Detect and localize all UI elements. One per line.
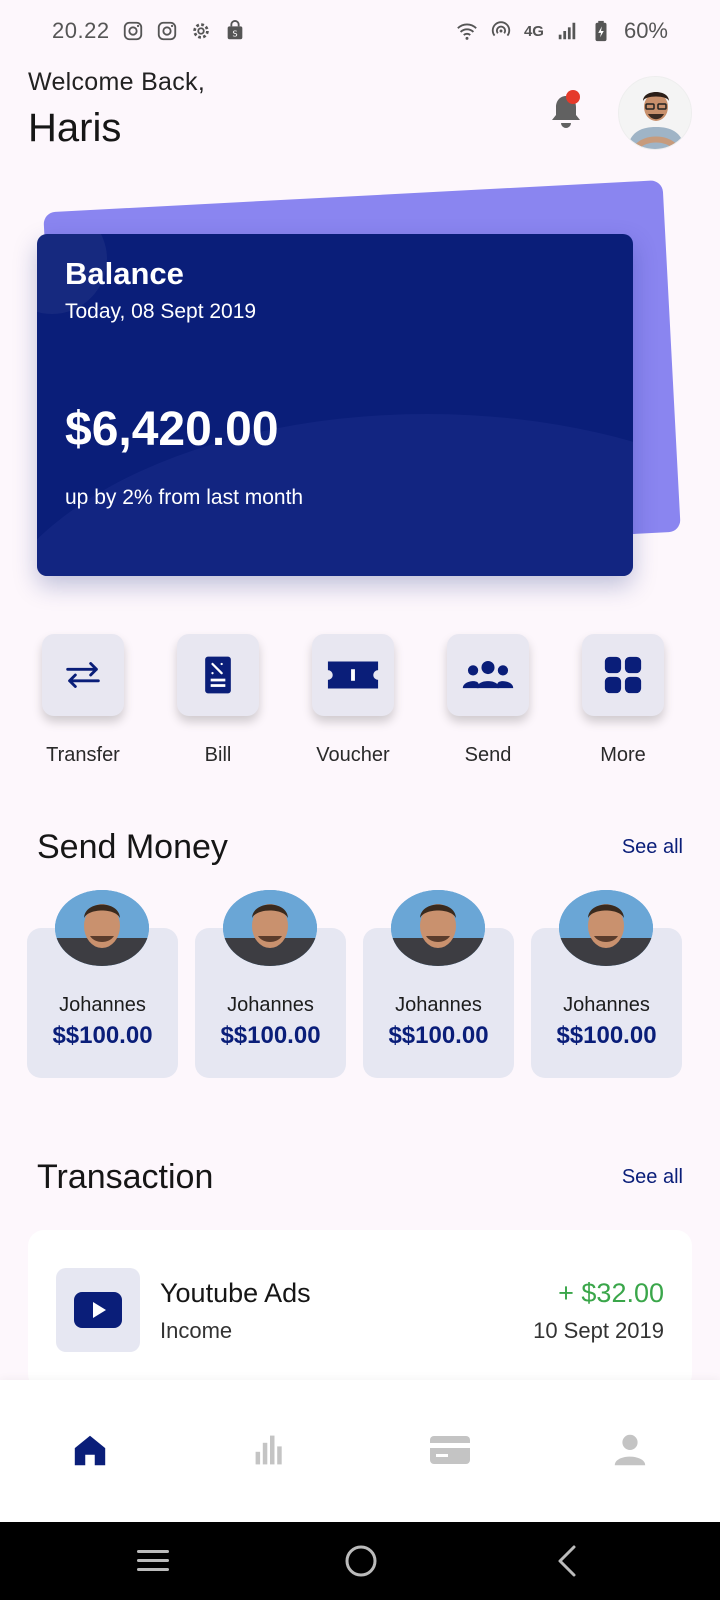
back-icon[interactable] (542, 1536, 592, 1586)
action-label: More (600, 744, 646, 766)
contact-amount: $$100.00 (388, 1022, 489, 1049)
header: Welcome Back, Haris (28, 68, 692, 160)
contact-card[interactable]: Johannes $$100.00 (363, 890, 514, 1078)
action-label: Transfer (46, 744, 120, 766)
transaction-title: Transaction (37, 1158, 214, 1196)
instagram-icon (156, 20, 178, 42)
contact-card[interactable]: Johannes $$100.00 (531, 890, 682, 1078)
contact-name: Johannes (395, 994, 482, 1016)
settings-gear-icon (190, 20, 212, 42)
avatar[interactable] (618, 76, 692, 150)
action-label: Voucher (316, 744, 390, 766)
action-icon-box[interactable] (447, 634, 529, 716)
contact-card[interactable]: Johannes $$100.00 (27, 890, 178, 1078)
contact-avatar (55, 890, 149, 966)
status-time: 20.22 (52, 18, 110, 43)
wifi-icon (456, 20, 478, 42)
grid-more-icon (604, 656, 642, 694)
transaction-amount: + $32.00 (558, 1278, 664, 1308)
user-name: Haris (28, 106, 122, 150)
transaction-see-all-link[interactable]: See all (622, 1166, 683, 1189)
transfer-arrows-icon (66, 662, 100, 688)
shopping-bag-icon: S (224, 20, 246, 42)
send-button[interactable]: Send (433, 634, 543, 767)
card-icon[interactable] (410, 1410, 490, 1490)
balance-amount: $6,420.00 (65, 403, 279, 456)
signal-icon (556, 20, 578, 42)
contact-card[interactable]: Johannes $$100.00 (195, 890, 346, 1078)
action-icon-box[interactable] (582, 634, 664, 716)
action-icon-box[interactable] (42, 634, 124, 716)
battery-charging-icon (590, 20, 612, 42)
contact-name: Johannes (563, 994, 650, 1016)
instagram-icon (122, 20, 144, 42)
system-navigation-bar (0, 1522, 720, 1600)
transfer-button[interactable]: Transfer (28, 634, 138, 767)
balance-date: Today, 08 Sept 2019 (65, 300, 257, 323)
bottom-navigation (0, 1380, 720, 1522)
battery-percent: 60% (623, 18, 668, 43)
contact-name: Johannes (59, 994, 146, 1016)
stats-chart-icon[interactable] (230, 1410, 310, 1490)
voucher-button[interactable]: Voucher (298, 634, 408, 767)
bill-receipt-icon (205, 656, 231, 694)
transaction-row[interactable]: Youtube Ads Income + $32.00 10 Sept 2019 (28, 1230, 692, 1390)
welcome-text: Welcome Back, (28, 68, 206, 96)
contact-avatar (223, 890, 317, 966)
svg-text:S: S (232, 29, 237, 39)
home-circle-icon[interactable] (336, 1536, 386, 1586)
balance-trend: up by 2% from last month (65, 486, 304, 509)
contact-amount: $$100.00 (220, 1022, 321, 1049)
hotspot-icon (490, 20, 512, 42)
action-label: Send (464, 744, 512, 766)
send-money-title: Send Money (37, 828, 228, 866)
youtube-play-icon (56, 1268, 140, 1352)
status-left: 20.22 S (52, 18, 246, 44)
action-label: Bill (204, 744, 232, 766)
transaction-title-text: Youtube Ads (160, 1278, 311, 1308)
bill-button[interactable]: Bill (163, 634, 273, 767)
notification-dot (566, 90, 580, 104)
status-bar: 20.22 S 4G 60% (0, 0, 720, 62)
status-right: 4G 60% (456, 18, 668, 44)
contact-avatar (391, 890, 485, 966)
transaction-date: 10 Sept 2019 (533, 1318, 664, 1343)
voucher-ticket-icon (327, 661, 379, 689)
profile-icon[interactable] (590, 1410, 670, 1490)
recents-icon[interactable] (128, 1536, 178, 1586)
send-money-see-all-link[interactable]: See all (622, 836, 683, 859)
transaction-category: Income (160, 1318, 233, 1343)
group-people-icon (462, 661, 514, 689)
action-icon-box[interactable] (177, 634, 259, 716)
contact-avatar (559, 890, 653, 966)
more-button[interactable]: More (568, 634, 678, 767)
balance-card[interactable]: Balance Today, 08 Sept 2019 $6,420.00 up… (37, 234, 633, 576)
action-icon-box[interactable] (312, 634, 394, 716)
contact-amount: $$100.00 (556, 1022, 657, 1049)
contact-amount: $$100.00 (52, 1022, 153, 1049)
network-type: 4G (523, 22, 544, 40)
home-icon[interactable] (50, 1410, 130, 1490)
contacts-list: Johannes $$100.00 Johannes $$100.00 Joha… (27, 890, 693, 1080)
quick-actions: Transfer Bill Voucher Send More (36, 634, 684, 774)
contact-name: Johannes (227, 994, 314, 1016)
balance-title: Balance (65, 256, 184, 291)
